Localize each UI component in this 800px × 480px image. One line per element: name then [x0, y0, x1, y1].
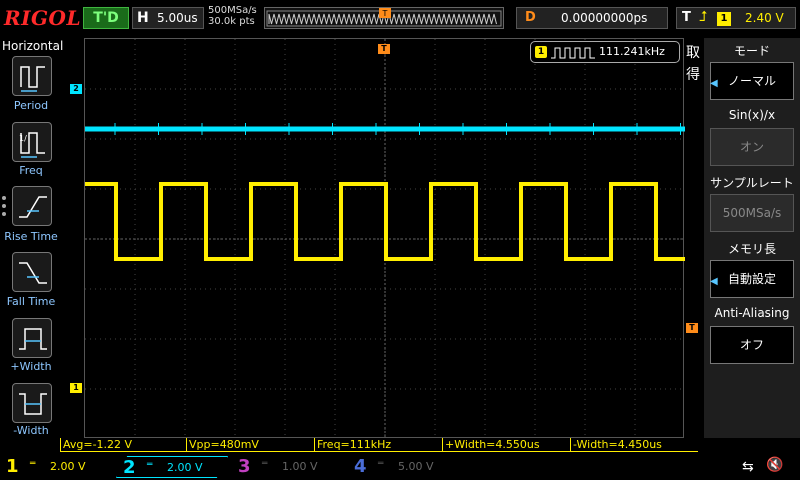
usb-icon: ⇆ [742, 459, 754, 475]
neg-width-label: -Width [13, 424, 49, 437]
ch3-scale: 1.00 V [282, 460, 318, 473]
acquire-menu-tab: 取得 [686, 42, 704, 102]
measure-category-title: Horizontal [2, 39, 64, 53]
dc-coupling-icon: ═ [30, 459, 36, 469]
trigger-source-channel: 1 [717, 12, 731, 26]
svg-text:T: T [382, 9, 388, 18]
trigger-settings-box[interactable]: T ⮥ 1 2.40 V [676, 7, 796, 29]
frequency-counter[interactable]: 1 111.241kHz [530, 41, 680, 63]
counter-channel: 1 [535, 46, 547, 58]
sinx-header: Sin(x)/x [728, 108, 776, 122]
pos-width-label: +Width [10, 360, 52, 373]
svg-text:1/: 1/ [19, 134, 27, 143]
rise-time-button[interactable] [12, 186, 52, 226]
sinx-menu-item[interactable]: Sin(x)/x オン [706, 106, 798, 170]
freq-label: Freq [19, 164, 43, 177]
fall-time-button[interactable] [12, 252, 52, 292]
trigger-level: 2.40 V [745, 11, 784, 25]
neg-width-button[interactable] [12, 383, 52, 423]
memory-waveform-preview: T [266, 8, 502, 27]
sample-info: 500MSa/s 30.0k pts [208, 5, 257, 27]
period-button[interactable] [12, 56, 52, 96]
counter-frequency: 111.241kHz [599, 45, 665, 58]
memory-points: 30.0k pts [208, 16, 255, 27]
pos-width-button[interactable] [12, 318, 52, 358]
ch2-number: 2 [123, 457, 136, 478]
square-wave-icon [551, 47, 595, 59]
brand-logo: RIGOL [4, 6, 82, 30]
cycle-arrow-icon: ◀ [710, 276, 718, 287]
measure-sidebar: Horizontal Period 1/ Freq Rise Time Fall… [0, 38, 64, 438]
speaker-muted-icon[interactable]: 🔇 [766, 457, 783, 473]
period-icon [20, 66, 45, 92]
ch2-trace [85, 126, 685, 132]
cycle-arrow-icon: ◀ [710, 78, 718, 89]
timebase-value: 5.00us [157, 11, 198, 25]
page-dots-icon [2, 196, 6, 220]
ch4-number: 4 [354, 456, 367, 477]
ch1-scale: 2.00 V [50, 460, 86, 473]
ch2-settings[interactable]: 2 ═ 2.00 V [116, 456, 228, 478]
mode-value[interactable]: ノーマル [710, 62, 794, 100]
sinx-value[interactable]: オン [710, 128, 794, 166]
anti-aliasing-value[interactable]: オフ [710, 326, 794, 364]
trigger-label: T [682, 10, 691, 25]
sample-rate-value[interactable]: 500MSa/s [710, 194, 794, 232]
trigger-level-marker[interactable]: T [686, 323, 698, 333]
horizontal-label: H [137, 10, 149, 26]
fall-time-label: Fall Time [6, 295, 56, 308]
ch4-settings[interactable]: 4 ═ 5.00 V [348, 456, 460, 478]
waveform-display[interactable] [84, 38, 685, 439]
neg-width-icon [19, 393, 47, 415]
fall-time-icon [19, 262, 47, 284]
ch1-number: 1 [6, 456, 19, 477]
anti-aliasing-menu-item[interactable]: Anti-Aliasing オフ [706, 304, 798, 368]
measurement-freq[interactable]: Freq=111kHz [314, 438, 442, 452]
rise-time-icon [19, 196, 47, 218]
ch3-settings[interactable]: 3 ═ 1.00 V [232, 456, 344, 478]
measurement-bar: Avg=-1.22 V Vpp=480mV Freq=111kHz +Width… [60, 438, 700, 452]
measurement-avg[interactable]: Avg=-1.22 V [60, 438, 186, 452]
measurement-neg-width[interactable]: -Width=4.450us [570, 438, 698, 452]
freq-button[interactable]: 1/ [12, 122, 52, 162]
sample-rate: 500MSa/s [208, 5, 257, 16]
sample-rate-header: サンプルレート [710, 176, 794, 190]
waveform-graticule [85, 39, 685, 439]
memory-position-strip[interactable]: T [264, 7, 504, 29]
ch3-number: 3 [238, 456, 251, 477]
pos-width-icon [19, 328, 47, 350]
ch2-scale: 2.00 V [167, 461, 203, 474]
trigger-status-badge[interactable]: T'D [83, 7, 129, 29]
memory-depth-menu-item[interactable]: メモリ長 自動設定 ◀ [706, 238, 798, 302]
dc-coupling-icon: ═ [262, 459, 268, 469]
menu-tab-label: 取得 [686, 45, 700, 83]
horizontal-timebase-box[interactable]: H 5.00us [132, 7, 204, 29]
memory-depth-header: メモリ長 [727, 242, 776, 256]
measurement-pos-width[interactable]: +Width=4.550us [442, 438, 570, 452]
ch1-trace [85, 182, 685, 261]
rise-time-label: Rise Time [4, 230, 58, 243]
dc-coupling-icon: ═ [147, 460, 153, 470]
delay-label: D [525, 10, 536, 25]
mode-menu-item[interactable]: モード ノーマル ◀ [706, 40, 798, 104]
memory-depth-value[interactable]: 自動設定 [710, 260, 794, 298]
ch4-scale: 5.00 V [398, 460, 434, 473]
mode-header: モード [733, 44, 770, 58]
ch1-offset-marker[interactable]: 1 [70, 383, 82, 393]
top-status-bar: RIGOL T'D H 5.00us 500MSa/s 30.0k pts T … [0, 0, 800, 38]
acquire-menu: モード ノーマル ◀ Sin(x)/x オン サンプルレート 500MSa/s … [704, 38, 800, 438]
trigger-position-marker[interactable]: T [378, 44, 390, 54]
freq-icon: 1/ [19, 132, 45, 158]
channel-bar: 1 ═ 2.00 V 2 ═ 2.00 V 3 ═ 1.00 V 4 ═ 5.0… [0, 454, 800, 480]
delay-value: 0.00000000ps [561, 11, 648, 25]
rising-edge-icon: ⮥ [699, 9, 708, 25]
ch2-offset-marker[interactable]: 2 [70, 84, 82, 94]
sample-rate-menu-item[interactable]: サンプルレート 500MSa/s [706, 172, 798, 236]
dc-coupling-icon: ═ [378, 459, 384, 469]
period-label: Period [13, 99, 49, 112]
anti-aliasing-header: Anti-Aliasing [714, 306, 790, 320]
measurement-vpp[interactable]: Vpp=480mV [186, 438, 314, 452]
delay-box[interactable]: D 0.00000000ps [516, 7, 668, 29]
ch1-settings[interactable]: 1 ═ 2.00 V [0, 456, 112, 478]
